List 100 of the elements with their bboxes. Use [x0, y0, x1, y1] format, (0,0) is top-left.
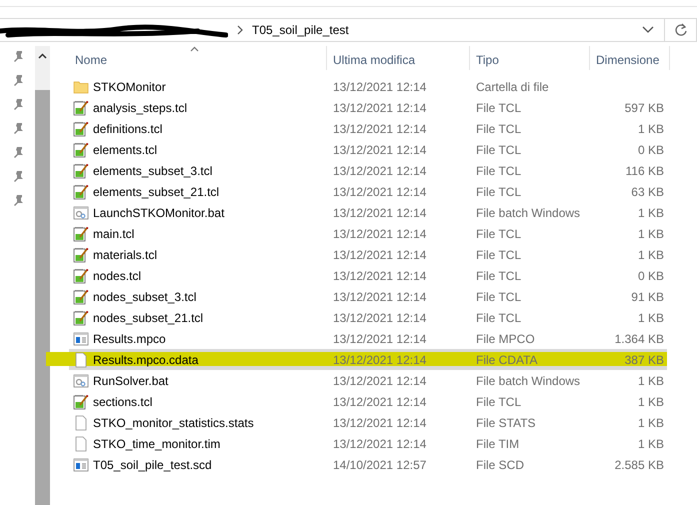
column-header[interactable]: Tipo	[470, 46, 589, 70]
gears-window-icon	[73, 204, 89, 220]
file-type: File TCL	[475, 184, 522, 198]
file-type: File MPCO	[475, 332, 536, 346]
notepad-pencil-icon	[73, 184, 89, 200]
file-row[interactable]: LaunchSTKOMonitor.bat 13/12/2021 12:14 File batch Windows 1 KB	[69, 202, 667, 223]
file-size: 1 KB	[636, 436, 665, 450]
pin-icon[interactable]	[12, 146, 24, 160]
file-size: 63 KB	[630, 184, 665, 198]
file-size: 1 KB	[636, 310, 665, 324]
file-type: File TCL	[475, 142, 522, 156]
chevron-icon	[236, 25, 244, 35]
file-row[interactable]: STKO_time_monitor.tim 13/12/2021 12:14 File TIM 1 KB	[69, 433, 667, 454]
file-type: File TCL	[475, 100, 522, 114]
notepad-pencil-icon	[73, 310, 89, 326]
file-size: 387 KB	[624, 352, 665, 366]
blank-file-icon	[73, 414, 89, 430]
address-bar[interactable]: T05_soil_pile_test	[0, 18, 665, 42]
file-row[interactable]: STKO_monitor_statistics.stats 13/12/2021 12:14 File STATS 1 KB	[69, 412, 667, 433]
modified-date: 13/12/2021 12:14	[332, 352, 428, 366]
file-row[interactable]: elements_subset_3.tcl 13/12/2021 12:14 File TCL 116 KB	[69, 160, 667, 181]
file-row[interactable]: nodes_subset_3.tcl 13/12/2021 12:14 File TCL 91 KB	[69, 286, 667, 307]
caret-up-icon	[38, 53, 47, 59]
column-header[interactable]: Nome	[69, 46, 326, 70]
modified-date: 13/12/2021 12:14	[332, 184, 428, 198]
file-type: File TCL	[475, 122, 522, 136]
file-size: 1 KB	[636, 248, 665, 262]
app-window-icon	[73, 456, 89, 472]
modified-date: 13/12/2021 12:14	[332, 268, 428, 282]
file-name: elements_subset_3.tcl	[93, 164, 212, 178]
file-row[interactable]: definitions.tcl 13/12/2021 12:14 File TCL 1 KB	[69, 118, 667, 139]
file-size: 1.364 KB	[614, 332, 665, 346]
modified-date: 13/12/2021 12:14	[332, 80, 428, 94]
modified-date: 13/12/2021 12:14	[332, 206, 428, 220]
file-size: 1 KB	[636, 206, 665, 220]
file-type: File SCD	[475, 458, 526, 472]
column-header[interactable]: Dimensione	[590, 46, 669, 70]
notepad-pencil-icon	[73, 246, 89, 262]
file-name: RunSolver.bat	[93, 374, 168, 388]
scrollbar-thumb[interactable]	[35, 90, 50, 505]
file-type: File TCL	[475, 290, 522, 304]
file-name: Results.mpco.cdata	[93, 352, 198, 366]
file-size: 1 KB	[636, 226, 665, 240]
file-row[interactable]: elements_subset_21.tcl 13/12/2021 12:14 File TCL 63 KB	[69, 181, 667, 202]
file-size: 1 KB	[636, 374, 665, 388]
pin-icon[interactable]	[12, 194, 24, 208]
file-type: File TCL	[475, 164, 522, 178]
modified-date: 13/12/2021 12:14	[332, 416, 428, 430]
pin-icon[interactable]	[12, 98, 24, 112]
refresh-button[interactable]	[665, 18, 697, 42]
file-row[interactable]: materials.tcl 13/12/2021 12:14 File TCL 1 KB	[69, 244, 667, 265]
file-size: 1 KB	[636, 416, 665, 430]
file-size: 0 KB	[636, 142, 665, 156]
refresh-icon	[674, 23, 688, 37]
modified-date: 13/12/2021 12:14	[332, 164, 428, 178]
gears-window-icon	[73, 372, 89, 388]
file-size: 597 KB	[624, 100, 665, 114]
file-row[interactable]: nodes_subset_21.tcl 13/12/2021 12:14 File TCL 1 KB	[69, 307, 667, 328]
file-type: File TCL	[475, 226, 522, 240]
file-row[interactable]: T05_soil_pile_test.scd 14/10/2021 12:57 File SCD 2.585 KB	[69, 454, 667, 475]
modified-date: 13/12/2021 12:14	[332, 310, 428, 324]
dropdown-icon[interactable]	[642, 26, 654, 34]
modified-date: 14/10/2021 12:57	[332, 458, 428, 472]
file-row[interactable]: main.tcl 13/12/2021 12:14 File TCL 1 KB	[69, 223, 667, 244]
modified-date: 13/12/2021 12:14	[332, 374, 428, 388]
pin-icon[interactable]	[12, 122, 24, 136]
file-name: main.tcl	[93, 226, 134, 240]
sort-up-icon	[190, 46, 198, 52]
modified-date: 13/12/2021 12:14	[332, 290, 428, 304]
file-size: 0 KB	[636, 268, 665, 282]
pin-icon[interactable]	[12, 74, 24, 88]
notepad-pencil-icon	[73, 394, 89, 410]
file-type: File TCL	[475, 394, 522, 408]
modified-date: 13/12/2021 12:14	[332, 122, 428, 136]
file-row[interactable]: sections.tcl 13/12/2021 12:14 File TCL 1 KB	[69, 391, 667, 412]
file-row[interactable]: analysis_steps.tcl 13/12/2021 12:14 File TCL 597 KB	[69, 97, 667, 118]
file-row[interactable]: nodes.tcl 13/12/2021 12:14 File TCL 0 KB	[69, 265, 667, 286]
scroll-up-button[interactable]	[35, 46, 50, 90]
notepad-pencil-icon	[73, 226, 89, 242]
pin-icon[interactable]	[12, 170, 24, 184]
file-name: sections.tcl	[93, 394, 152, 408]
notepad-pencil-icon	[73, 100, 89, 116]
file-row[interactable]: Results.mpco 13/12/2021 12:14 File MPCO 1.364 KB	[69, 328, 667, 349]
file-type: File CDATA	[475, 352, 539, 366]
notepad-pencil-icon	[73, 268, 89, 284]
file-name: LaunchSTKOMonitor.bat	[93, 206, 224, 220]
blank-file-icon	[73, 352, 89, 368]
file-type: File batch Windows	[475, 206, 582, 220]
file-name: analysis_steps.tcl	[93, 100, 188, 114]
notepad-pencil-icon	[73, 288, 89, 304]
column-header[interactable]: Ultima modifica	[327, 46, 469, 70]
file-row[interactable]: elements.tcl 13/12/2021 12:14 File TCL 0 KB	[69, 139, 667, 160]
current-folder[interactable]: T05_soil_pile_test	[252, 23, 634, 37]
file-type: File STATS	[475, 416, 537, 430]
pin-icon[interactable]	[12, 50, 24, 64]
modified-date: 13/12/2021 12:14	[332, 394, 428, 408]
file-row[interactable]: RunSolver.bat 13/12/2021 12:14 File batch Windows 1 KB	[69, 370, 667, 391]
modified-date: 13/12/2021 12:14	[332, 332, 428, 346]
modified-date: 13/12/2021 12:14	[332, 142, 428, 156]
file-row[interactable]: STKOMonitor 13/12/2021 12:14 Cartella di file	[69, 76, 667, 97]
